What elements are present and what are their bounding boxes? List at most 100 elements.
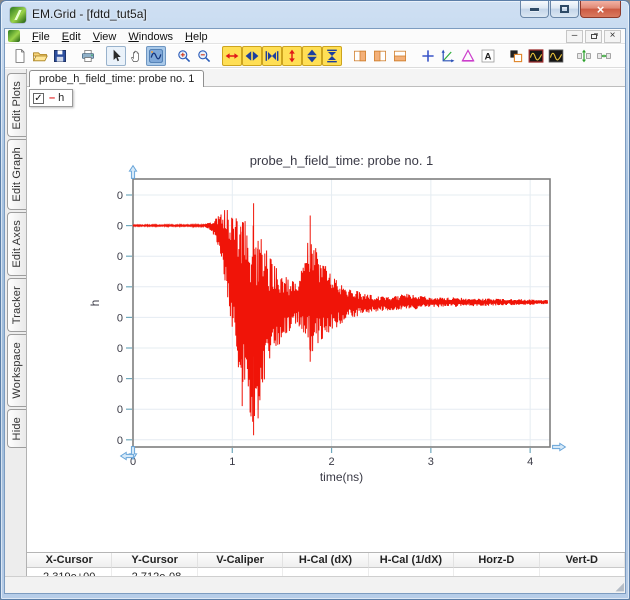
minimize-button[interactable] [520, 1, 549, 18]
cursor-col-header: H-Cal (1/dX) [369, 553, 454, 568]
print-icon [80, 48, 96, 64]
col-split-icon [352, 48, 368, 64]
menu-windows[interactable]: Windows [122, 30, 179, 44]
sidebar-tab-label: Hide [11, 417, 23, 440]
svg-text:h: h [88, 300, 102, 307]
mdi-close-button[interactable]: × [604, 30, 621, 43]
sidebar: Edit Plots Edit Graph Edit Axes Tracker Work… [5, 69, 26, 576]
svg-text:probe_h_field_time: probe no.: probe_h_field_time: probe no. 1 [250, 153, 434, 168]
svg-text:1: 1 [229, 456, 235, 468]
save-button[interactable] [50, 46, 70, 66]
split-columns-button[interactable] [350, 46, 370, 66]
edit-axes-button[interactable] [438, 46, 458, 66]
sidebar-tab-workspace[interactable]: Workspace [7, 334, 26, 407]
split-columns-alt-button[interactable] [370, 46, 390, 66]
client-area: FileEditViewWindowsHelp – × Layout Edit … [4, 28, 626, 594]
restore-button[interactable] [550, 1, 579, 18]
sidebar-tab-hide[interactable]: Hide [7, 409, 26, 448]
wave-icon [148, 48, 164, 64]
clone-icon [508, 48, 524, 64]
plot[interactable]: .grid{stroke:#e5ecf2;stroke-width:1}.fra… [27, 87, 624, 552]
col-split2-icon [372, 48, 388, 64]
plus-icon [420, 48, 436, 64]
wave-tool-button[interactable] [146, 46, 166, 66]
wave-dark-icon [548, 48, 564, 64]
print-button[interactable] [78, 46, 98, 66]
sidebar-tab-label: Edit Axes [11, 220, 23, 268]
save-icon [52, 48, 68, 64]
pan-tool-button[interactable] [126, 46, 146, 66]
expand-plots-v-button[interactable] [574, 46, 594, 66]
menu-items: FileEditViewWindowsHelp [26, 27, 214, 45]
sidebar-tab-edit-graph[interactable]: Edit Graph [7, 139, 26, 210]
zoom-in-button[interactable] [174, 46, 194, 66]
plot-canvas[interactable]: ✓ – h .grid{stroke:#e5ecf2;stroke-width:… [27, 87, 625, 552]
menu-view[interactable]: View [87, 30, 123, 44]
open-file-button[interactable] [30, 46, 50, 66]
svg-text:4: 4 [527, 456, 533, 468]
minimize-icon [530, 8, 539, 11]
cursor-col-header: Horz-D [454, 553, 539, 568]
svg-text:time(ns): time(ns) [320, 470, 363, 484]
sidebar-tab-label: Workspace [11, 342, 23, 399]
svg-text:0: 0 [117, 190, 123, 202]
expand-y-button[interactable] [282, 46, 302, 66]
new-file-button[interactable] [10, 46, 30, 66]
shrink-y-button[interactable] [302, 46, 322, 66]
fit-x-button[interactable] [262, 46, 282, 66]
zoom-out-button[interactable] [194, 46, 214, 66]
sidebar-tab-edit-axes[interactable]: Edit Axes [7, 212, 26, 276]
mdi-restore-icon [591, 34, 597, 39]
sidebar-tab-edit-plots[interactable]: Edit Plots [7, 73, 26, 137]
title-bar[interactable]: EM.Grid - [fdtd_tut5a] × [1, 1, 629, 28]
document-logo-icon [8, 30, 20, 42]
legend-series-label: h [58, 92, 64, 104]
sidebar-tab-tracker[interactable]: Tracker [7, 278, 26, 332]
restore-icon [560, 5, 569, 13]
select-tool-button[interactable] [106, 46, 126, 66]
cursor-col-header: H-Cal (dX) [283, 553, 368, 568]
menu-edit[interactable]: Edit [56, 30, 87, 44]
svg-text:3: 3 [428, 456, 434, 468]
legend-checkbox[interactable]: ✓ [33, 93, 44, 104]
zoom-out-icon [196, 48, 212, 64]
svg-text:0: 0 [117, 404, 123, 416]
expand-plots-h-button[interactable] [594, 46, 614, 66]
toolbar: Layout [5, 45, 625, 68]
menu-bar: FileEditViewWindowsHelp – × [5, 29, 625, 44]
cursor-icon [108, 48, 124, 64]
axes-icon [440, 48, 456, 64]
svg-text:0: 0 [117, 282, 123, 294]
menu-help[interactable]: Help [179, 30, 214, 44]
hand-icon [128, 48, 144, 64]
clone-plot-button[interactable] [506, 46, 526, 66]
sidebar-tab-label: Tracker [11, 286, 23, 324]
caliper-button[interactable] [458, 46, 478, 66]
menu-file[interactable]: File [26, 30, 56, 44]
h-tris-in-icon [264, 48, 280, 64]
main-area: Edit Plots Edit Graph Edit Axes Tracker Work… [5, 69, 625, 576]
document-tab[interactable]: probe_h_field_time: probe no. 1 [29, 70, 204, 87]
plot-document: probe_h_field_time: probe no. 1 ✓ – h .g… [26, 69, 625, 576]
mdi-restore-button[interactable] [585, 30, 602, 43]
split-rows-button[interactable] [390, 46, 410, 66]
text-annotation-button[interactable] [478, 46, 498, 66]
crosshair-button[interactable] [418, 46, 438, 66]
cursor-col-header: V-Caliper [198, 553, 283, 568]
resize-grip-icon[interactable]: ◢ [616, 580, 624, 593]
cursor-col-header: Y-Cursor [112, 553, 197, 568]
layout-button[interactable]: Layout [622, 46, 625, 66]
cursor-col-header: Vert-D [540, 553, 625, 568]
document-tab-label: probe_h_field_time: probe no. 1 [39, 73, 194, 85]
shrink-x-button[interactable] [242, 46, 262, 66]
app-window: EM.Grid - [fdtd_tut5a] × FileEditViewWin… [0, 0, 630, 600]
fit-y-button[interactable] [322, 46, 342, 66]
plot-style-red-button[interactable] [526, 46, 546, 66]
document-tab-bar: probe_h_field_time: probe no. 1 [27, 69, 625, 87]
mdi-minimize-button[interactable]: – [566, 30, 583, 43]
plot-style-dark-button[interactable] [546, 46, 566, 66]
boxes-v-icon [576, 48, 592, 64]
expand-x-button[interactable] [222, 46, 242, 66]
open-icon [32, 48, 48, 64]
close-button[interactable]: × [580, 1, 621, 18]
